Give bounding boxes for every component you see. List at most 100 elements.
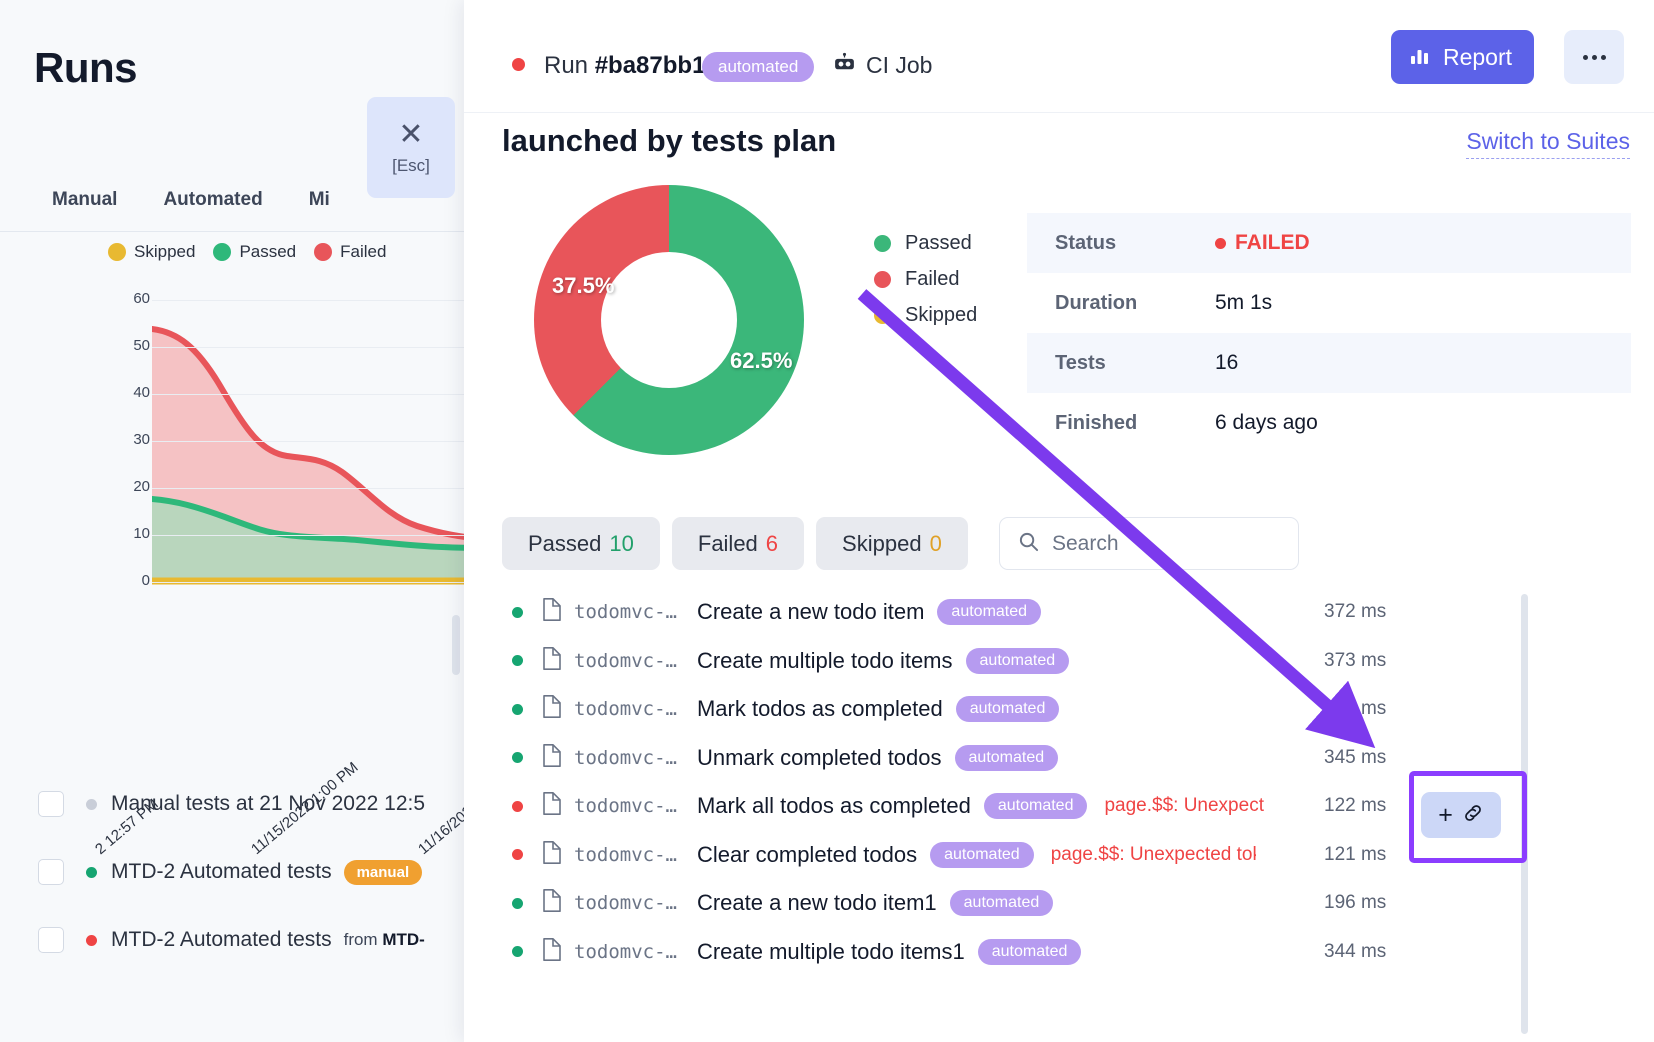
test-file-path: todomvc-… xyxy=(574,698,677,720)
ci-job-link[interactable]: CI Job xyxy=(832,50,932,80)
chip-count: 6 xyxy=(766,531,778,557)
test-file-path: todomvc-… xyxy=(574,601,677,623)
filter-chip-passed[interactable]: Passed 10 xyxy=(502,517,660,570)
run-summary-table: Status FAILED Duration 5m 1s Tests 16 Fi… xyxy=(1027,213,1631,453)
test-name: Mark all todos as completed xyxy=(697,793,971,819)
plan-title: launched by tests plan xyxy=(502,123,836,159)
row-key: Status xyxy=(1027,232,1215,255)
donut-legend-skipped: Skipped xyxy=(874,297,977,333)
row-key: Tests xyxy=(1027,352,1215,375)
copy-link-button[interactable]: + xyxy=(1421,792,1501,838)
result-filter-chips: Passed 10 Failed 6 Skipped 0 xyxy=(502,517,968,570)
test-file-path: todomvc-… xyxy=(574,892,677,914)
status-badge: FAILED xyxy=(1215,231,1310,255)
test-status-dot xyxy=(512,704,523,715)
donut-legend-label: Skipped xyxy=(905,304,977,327)
table-row[interactable]: todomvc-… Create a new todo item automat… xyxy=(464,588,1654,637)
tab-manual[interactable]: Manual xyxy=(52,189,117,211)
chart-plot-area xyxy=(152,294,464,818)
donut-legend: Passed Failed Skipped xyxy=(874,225,977,333)
test-type-badge: automated xyxy=(930,842,1034,868)
run-name: Manual tests at 21 Nov 2022 12:5 xyxy=(111,792,425,816)
skipped-color-swatch xyxy=(874,307,891,324)
test-error-message: page.$$: Unexpected tok xyxy=(1051,844,1256,866)
y-tick-10: 10 xyxy=(133,525,150,542)
donut-legend-failed: Failed xyxy=(874,261,977,297)
test-status-dot xyxy=(512,898,523,909)
test-name: Create a new todo item1 xyxy=(697,890,937,916)
tab-automated[interactable]: Automated xyxy=(163,189,262,211)
row-key: Finished xyxy=(1027,412,1215,435)
file-icon xyxy=(542,694,562,724)
test-name: Create multiple todo items1 xyxy=(697,939,965,965)
robot-icon xyxy=(832,50,857,80)
list-item[interactable]: Manual tests at 21 Nov 2022 12:5 xyxy=(0,770,464,838)
tab-mixed[interactable]: Mi xyxy=(309,189,330,211)
chip-label: Skipped xyxy=(842,531,922,557)
donut-center xyxy=(601,252,737,388)
table-row[interactable]: todomvc-… Mark todos as completed automa… xyxy=(464,685,1654,734)
run-checkbox[interactable] xyxy=(38,927,64,953)
test-list-scrollbar[interactable] xyxy=(1521,594,1528,1034)
test-duration: 282 ms xyxy=(1324,698,1386,720)
table-row[interactable]: todomvc-… Create multiple todo items1 au… xyxy=(464,928,1654,977)
report-button[interactable]: Report xyxy=(1391,30,1534,84)
list-item[interactable]: MTD-2 Automated tests manual xyxy=(0,838,464,906)
test-error-message: page.$$: Unexpect xyxy=(1104,795,1264,817)
table-row[interactable]: todomvc-… Create a new todo item1 automa… xyxy=(464,879,1654,928)
test-type-badge: automated xyxy=(966,648,1070,674)
y-tick-60: 60 xyxy=(133,290,150,307)
run-checkbox[interactable] xyxy=(38,791,64,817)
donut-legend-passed: Passed xyxy=(874,225,977,261)
more-options-button[interactable] xyxy=(1564,30,1624,84)
file-icon xyxy=(542,791,562,821)
legend-label-failed: Failed xyxy=(340,242,386,262)
y-tick-20: 20 xyxy=(133,478,150,495)
table-row[interactable]: todomvc-… Unmark completed todos automat… xyxy=(464,734,1654,783)
run-status-dot xyxy=(86,935,97,946)
test-status-dot xyxy=(512,607,523,618)
donut-label-failed: 37.5% xyxy=(552,273,614,299)
chip-label: Passed xyxy=(528,531,601,557)
table-row[interactable]: todomvc-… Create multiple todo items aut… xyxy=(464,637,1654,686)
test-status-dot xyxy=(512,801,523,812)
test-type-badge: automated xyxy=(978,939,1082,965)
close-drawer-button[interactable]: ✕ [Esc] xyxy=(367,97,455,198)
test-duration: 196 ms xyxy=(1324,892,1386,914)
row-value: FAILED xyxy=(1235,231,1310,255)
file-icon xyxy=(542,646,562,676)
test-type-badge: automated xyxy=(956,696,1060,722)
donut-legend-label: Passed xyxy=(905,232,972,255)
run-source: from MTD- xyxy=(344,930,425,950)
test-file-path: todomvc-… xyxy=(574,747,677,769)
plus-icon: + xyxy=(1438,803,1453,828)
filter-chip-failed[interactable]: Failed 6 xyxy=(672,517,804,570)
test-name: Create multiple todo items xyxy=(697,648,953,674)
search-placeholder: Search xyxy=(1052,532,1119,556)
run-type-badge: automated xyxy=(702,52,814,82)
link-icon xyxy=(1462,802,1484,829)
left-panel-scrollbar[interactable] xyxy=(452,615,460,675)
results-donut-chart: 37.5% 62.5% xyxy=(534,185,834,485)
file-icon xyxy=(542,743,562,773)
donut-ring: 37.5% 62.5% xyxy=(534,185,804,455)
search-input[interactable]: Search xyxy=(999,517,1299,570)
ellipsis-icon xyxy=(1583,55,1588,60)
test-name: Unmark completed todos xyxy=(697,745,942,771)
test-results-list: todomvc-… Create a new todo item automat… xyxy=(464,588,1654,976)
file-icon xyxy=(542,840,562,870)
filter-chip-skipped[interactable]: Skipped 0 xyxy=(816,517,968,570)
table-row: Tests 16 xyxy=(1027,333,1631,393)
file-icon xyxy=(542,888,562,918)
list-item[interactable]: MTD-2 Automated tests from MTD- xyxy=(0,906,464,974)
switch-to-suites-link[interactable]: Switch to Suites xyxy=(1466,128,1630,159)
chart-legend: Skipped Passed Failed xyxy=(108,242,386,262)
file-icon xyxy=(542,937,562,967)
drawer-header: Run #ba87bb14 automated CI Job xyxy=(464,0,1654,113)
test-duration: 372 ms xyxy=(1324,601,1386,623)
skipped-color-swatch xyxy=(108,243,126,261)
legend-label-passed: Passed xyxy=(239,242,296,262)
test-name: Clear completed todos xyxy=(697,842,917,868)
test-type-badge: automated xyxy=(984,793,1088,819)
run-checkbox[interactable] xyxy=(38,859,64,885)
